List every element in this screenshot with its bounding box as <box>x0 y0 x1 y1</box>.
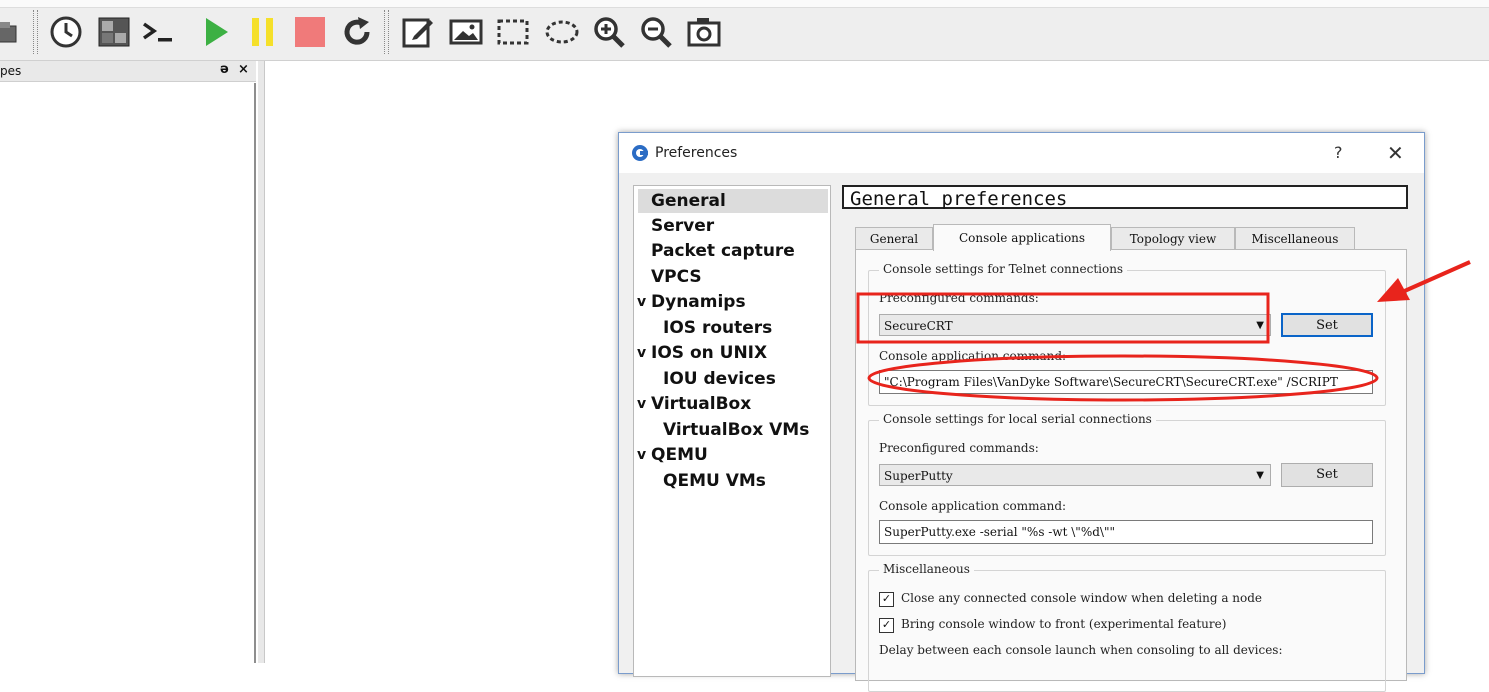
stop-icon[interactable] <box>290 12 330 52</box>
group-title: Console settings for Telnet connections <box>879 262 1128 276</box>
telnet-command-input[interactable]: "C:\Program Files\VanDyke Software\Secur… <box>879 370 1373 394</box>
group-title: Console settings for local serial connec… <box>879 412 1156 426</box>
zoom-out-icon[interactable] <box>636 12 676 52</box>
snapshot-icon[interactable] <box>0 12 26 52</box>
dialog-titlebar: Preferences ? ✕ <box>619 133 1424 173</box>
camera-icon[interactable] <box>684 12 724 52</box>
dock-close-icon[interactable]: × <box>238 62 249 77</box>
dock-header: pes ə × <box>0 61 256 82</box>
telnet-settings-group: Console settings for Telnet connections … <box>868 262 1386 406</box>
miscellaneous-group: Miscellaneous ✓ Close any connected cons… <box>868 562 1386 692</box>
nav-item-vpcs[interactable]: VPCS <box>651 265 702 289</box>
tab-miscellaneous[interactable]: Miscellaneous <box>1235 227 1355 250</box>
nav-item-virtualbox-vms[interactable]: VirtualBox VMs <box>663 418 809 442</box>
zoom-in-icon[interactable] <box>589 12 629 52</box>
field-label: Preconfigured commands: <box>879 291 1039 305</box>
dock-splitter[interactable] <box>258 61 265 663</box>
close-button[interactable]: ✕ <box>1387 141 1404 165</box>
delay-label: Delay between each console launch when c… <box>879 643 1283 657</box>
close-console-checkbox[interactable]: ✓ <box>879 592 894 607</box>
chevron-down-icon: ▼ <box>1256 470 1264 481</box>
checkbox-label: Bring console window to front (experimen… <box>901 617 1227 631</box>
chevron-down-icon[interactable]: v <box>637 341 646 365</box>
field-label: Console application command: <box>879 499 1067 513</box>
chevron-down-icon: ▼ <box>1256 320 1264 331</box>
field-label: Console application command: <box>879 349 1067 363</box>
dock-float-icon[interactable]: ə <box>220 62 229 77</box>
nav-item-packet-capture[interactable]: Packet capture <box>651 239 795 263</box>
console-applications-panel: Console settings for Telnet connections … <box>855 249 1407 692</box>
help-button[interactable]: ? <box>1334 143 1343 162</box>
play-shape <box>206 18 228 46</box>
nav-item-ios-on-unix[interactable]: IOS on UNIX <box>651 341 767 365</box>
clock-icon[interactable] <box>46 12 86 52</box>
checkbox-label: Close any connected console window when … <box>901 591 1263 605</box>
rectangle-icon[interactable] <box>493 12 533 52</box>
nav-item-virtualbox[interactable]: VirtualBox <box>651 392 751 416</box>
dock-title: pes <box>0 64 22 78</box>
tab-console-applications[interactable]: Console applications <box>933 224 1111 251</box>
preferences-dialog: Preferences ? ✕ General Server Packet ca… <box>618 132 1425 692</box>
nav-item-dynamips[interactable]: Dynamips <box>651 290 746 314</box>
dock-list[interactable] <box>0 83 256 663</box>
page-title: General preferences <box>842 185 1408 210</box>
field-label: Preconfigured commands: <box>879 441 1039 455</box>
device-icon[interactable] <box>94 12 134 52</box>
note-icon[interactable] <box>398 12 438 52</box>
reload-icon[interactable] <box>337 12 377 52</box>
image-icon[interactable] <box>446 12 486 52</box>
main-toolbar <box>0 0 1489 61</box>
toolbar-separator <box>384 10 389 54</box>
telnet-set-button[interactable]: Set <box>1281 313 1373 337</box>
nav-item-general[interactable]: General <box>638 189 828 213</box>
preferences-nav-tree: General Server Packet capture VPCS v Dyn… <box>633 185 831 677</box>
nav-item-iou-devices[interactable]: IOU devices <box>663 367 776 391</box>
console-icon[interactable] <box>138 12 178 52</box>
nodes-dock: pes ə × <box>0 61 259 663</box>
chevron-down-icon[interactable]: v <box>637 290 646 314</box>
play-icon[interactable] <box>196 12 236 52</box>
chevron-down-icon[interactable]: v <box>637 443 646 467</box>
tab-general[interactable]: General <box>855 227 933 250</box>
menu-bar-edge <box>0 0 1489 8</box>
serial-settings-group: Console settings for local serial connec… <box>868 412 1386 556</box>
gns3-logo-icon <box>632 145 648 161</box>
ellipse-icon[interactable] <box>542 12 582 52</box>
pause-icon[interactable] <box>243 12 283 52</box>
nav-item-server[interactable]: Server <box>651 214 714 238</box>
tab-topology-view[interactable]: Topology view <box>1111 227 1235 250</box>
toolbar-separator <box>33 10 38 54</box>
nav-item-ios-routers[interactable]: IOS routers <box>663 316 772 340</box>
chevron-down-icon[interactable]: v <box>637 392 646 416</box>
telnet-preconfigured-select[interactable]: SecureCRT ▼ <box>879 314 1271 336</box>
serial-set-button[interactable]: Set <box>1281 463 1373 487</box>
bring-to-front-checkbox[interactable]: ✓ <box>879 618 894 633</box>
nav-item-qemu[interactable]: QEMU <box>651 443 708 467</box>
dialog-title: Preferences <box>655 145 738 161</box>
serial-preconfigured-select[interactable]: SuperPutty ▼ <box>879 464 1271 486</box>
serial-command-input[interactable]: SuperPutty.exe -serial "%s -wt \"%d\"" <box>879 520 1373 544</box>
group-title: Miscellaneous <box>879 562 974 576</box>
nav-item-qemu-vms[interactable]: QEMU VMs <box>663 469 766 493</box>
